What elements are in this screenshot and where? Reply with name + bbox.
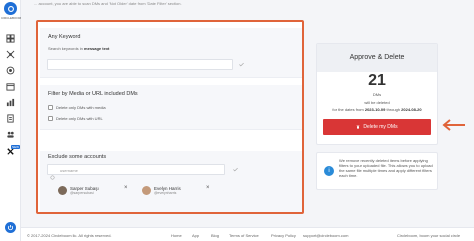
checkbox[interactable] — [48, 105, 53, 110]
avatar — [58, 185, 67, 195]
footer-tagline: Circleboom, boom your social circle — [397, 233, 461, 238]
info-text: We remove recently deleted items before … — [339, 158, 433, 178]
circleboom-logo[interactable] — [4, 2, 17, 15]
excluded-user-chip: Evelyn Harris @evelynharris — [142, 183, 181, 197]
username-input[interactable]: username — [47, 164, 225, 175]
footer-link-privacy[interactable]: Privacy Policy — [271, 233, 296, 238]
trash-icon — [357, 125, 360, 129]
media-option-media[interactable]: Delete only DMs with media — [48, 105, 106, 110]
approve-delete-card: Approve & Delete 21 DMs will be deleted … — [316, 43, 438, 145]
summary-title: Approve & Delete — [317, 44, 437, 72]
footer: © 2017-2024 Circleboom llc. All rights r… — [21, 227, 474, 241]
new-badge: NEW — [11, 145, 20, 149]
remove-user-icon[interactable]: × — [124, 185, 128, 191]
media-title: Filter by Media or URL included DMs — [48, 91, 138, 97]
footer-link-blog[interactable]: Blog — [211, 233, 219, 238]
date-range: for the dates from 2023-10-09 through 20… — [332, 107, 422, 112]
pointer-arrow-icon — [442, 119, 465, 131]
power-icon[interactable] — [5, 222, 16, 233]
exclude-title: Exclude some accounts — [48, 154, 107, 160]
dm-count: 21 — [368, 72, 386, 89]
network-icon[interactable] — [5, 49, 16, 60]
sidebar: CIRCLEBOOM NEW — [0, 0, 21, 241]
info-card: i We remove recently deleted items befor… — [316, 152, 438, 190]
dashboard-icon[interactable] — [5, 33, 16, 44]
users-icon[interactable] — [5, 129, 16, 140]
at-icon — [50, 167, 55, 180]
keyword-hint: Search keywords in message text — [48, 46, 110, 51]
copyright: © 2017-2024 Circleboom llc. All rights r… — [27, 233, 112, 238]
excluded-user-chip: Sarper Subaşı @sarpersubasi — [58, 183, 99, 197]
exclude-section: Exclude some accounts username Sarper Su… — [40, 151, 302, 212]
top-strip-text: ... account, you are able to scan DMs an… — [26, 0, 466, 10]
media-option-url[interactable]: Delete only DMs with URL — [48, 116, 103, 121]
footer-link-terms[interactable]: Terms of Service — [229, 233, 259, 238]
checkbox[interactable] — [48, 116, 53, 121]
target-icon[interactable] — [5, 65, 16, 76]
delete-dms-button[interactable]: Delete my DMs — [323, 119, 431, 135]
will-be-deleted: will be deleted — [364, 100, 390, 105]
document-icon[interactable] — [5, 113, 16, 124]
footer-link-home[interactable]: Home — [171, 233, 182, 238]
calendar-icon[interactable] — [5, 81, 16, 92]
keyword-section: Any Keyword Search keywords in message t… — [40, 28, 302, 78]
stats-icon[interactable] — [5, 97, 16, 108]
info-icon: i — [324, 166, 334, 176]
add-check-icon[interactable] — [230, 164, 240, 175]
remove-user-icon[interactable]: × — [206, 185, 210, 191]
filter-panel: Any Keyword Search keywords in message t… — [36, 20, 304, 214]
keyword-input[interactable] — [47, 59, 233, 70]
avatar — [142, 185, 151, 195]
dm-unit: DMs — [372, 92, 382, 97]
media-section: Filter by Media or URL included DMs Dele… — [40, 85, 302, 130]
footer-link-app[interactable]: App — [192, 233, 199, 238]
keyword-title: Any Keyword — [48, 34, 81, 40]
confirm-check-icon[interactable] — [236, 59, 246, 70]
footer-email[interactable]: support@circleboom.com — [303, 233, 348, 238]
logo-text: CIRCLEBOOM — [1, 16, 22, 20]
